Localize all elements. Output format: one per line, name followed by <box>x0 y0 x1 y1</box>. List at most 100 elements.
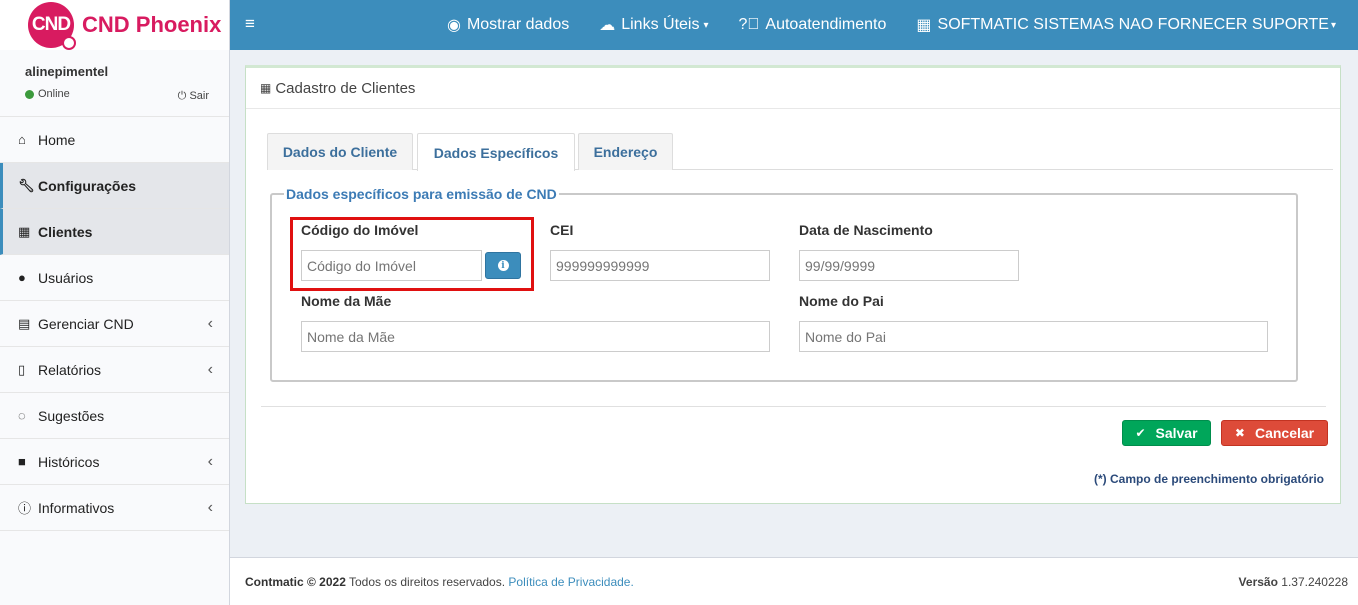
comments-icon: ◌ <box>18 408 26 423</box>
logo-badge-icon: CND <box>28 2 76 50</box>
power-icon: ⏻ <box>177 90 187 102</box>
footer-copyright: Contmatic © 2022 Todos os direitos reser… <box>245 575 634 589</box>
building-icon: ▦ <box>916 17 932 34</box>
page-title: Cadastro de Clientes <box>275 79 416 97</box>
sidebar-item-usuarios[interactable]: ● Usuários <box>0 255 229 301</box>
show-data-label: Mostrar dados <box>466 16 570 33</box>
logout-label: Sair <box>189 90 209 102</box>
sidebar-item-gerenciar-cnd[interactable]: ▤ Gerenciar CND ‹ <box>0 301 229 347</box>
nome-pai-label: Nome do Pai <box>799 293 884 309</box>
tab-dados-cliente[interactable]: Dados do Cliente <box>267 133 413 170</box>
fieldset-legend: Dados específicos para emissão de CND <box>286 186 557 202</box>
highlight-box <box>290 217 534 291</box>
check-icon: ✔ <box>1135 426 1146 440</box>
sidebar-item-label: Home <box>38 131 76 148</box>
client-form-box: ▦ Cadastro de Clientes Dados do Cliente … <box>245 65 1341 504</box>
save-button[interactable]: ✔ Salvar <box>1122 420 1211 446</box>
sidebar-item-informativos[interactable]: ⓘ Informativos ‹ <box>0 485 229 531</box>
file-icon: ▯ <box>18 361 26 377</box>
sidebar-item-label: Relatórios <box>38 361 102 378</box>
tabs: Dados do Cliente Dados Específicos Ender… <box>267 133 1333 171</box>
building-icon: ▦ <box>18 223 31 239</box>
sidebar-item-label: Sugestões <box>38 407 105 424</box>
sidebar-item-historicos[interactable]: ■ Históricos ‹ <box>0 439 229 485</box>
sidebar-item-home[interactable]: ⌂ Home <box>0 117 229 163</box>
footer-rights: Todos os direitos reservados. <box>345 575 509 589</box>
divider <box>261 406 1326 407</box>
tab-label: Endereço <box>593 144 658 160</box>
privacy-link[interactable]: Política de Privacidade. <box>508 575 633 589</box>
menu-toggle-icon[interactable]: ≡ <box>245 14 255 34</box>
caret-down-icon: ▾ <box>1330 19 1336 31</box>
sidebar: CND CND Phoenix alinepimentel Online ⏻ S… <box>0 0 230 605</box>
cancel-button[interactable]: ✖ Cancelar <box>1221 420 1328 446</box>
sidebar-item-label: Clientes <box>38 223 93 240</box>
logout-link[interactable]: ⏻ Sair <box>178 90 209 103</box>
footer-version: Versão 1.37.240228 <box>1239 575 1348 589</box>
tab-endereco[interactable]: Endereço <box>578 133 673 170</box>
user-panel: alinepimentel Online ⏻ Sair <box>0 50 229 117</box>
version-label: Versão <box>1238 575 1278 589</box>
useful-links-dropdown[interactable]: ☁ Links Úteis ▾ <box>599 15 708 35</box>
brand-name: CND Phoenix <box>82 12 222 37</box>
sidebar-item-clientes[interactable]: ▦ Clientes <box>0 209 229 255</box>
sidebar-item-configuracoes[interactable]: 🔧︎ Configurações <box>0 163 229 209</box>
chevron-left-icon: ‹ <box>207 452 213 470</box>
top-nav: ◉ Mostrar dados ☁ Links Úteis ▾ ?⃝ Autoa… <box>417 0 1336 50</box>
tab-label: Dados Específicos <box>433 144 559 161</box>
cei-label: CEI <box>550 222 574 238</box>
nome-mae-label: Nome da Mãe <box>301 293 392 309</box>
sidebar-item-label: Históricos <box>38 453 100 470</box>
cancel-label: Cancelar <box>1254 425 1315 441</box>
footer: Contmatic © 2022 Todos os direitos reser… <box>230 557 1358 605</box>
archive-icon: ■ <box>18 454 26 469</box>
chevron-left-icon: ‹ <box>207 314 213 332</box>
save-label: Salvar <box>1155 425 1198 441</box>
show-data-link[interactable]: ◉ Mostrar dados <box>447 15 569 35</box>
cei-input[interactable] <box>550 250 770 281</box>
status-text: Online <box>38 88 70 100</box>
sidebar-item-label: Configurações <box>38 177 137 194</box>
cnd-fieldset: Dados específicos para emissão de CND Có… <box>270 186 1298 382</box>
caret-down-icon: ▾ <box>703 19 709 31</box>
user-icon: ● <box>18 270 26 285</box>
tab-label: Dados do Cliente <box>282 144 398 160</box>
useful-links-label: Links Úteis <box>621 16 700 33</box>
nome-pai-input[interactable] <box>799 321 1268 352</box>
required-note: (*) Campo de preenchimento obrigatório <box>1093 472 1324 486</box>
nome-mae-input[interactable] <box>301 321 770 352</box>
online-dot-icon <box>25 89 34 99</box>
top-navbar: ≡ ◉ Mostrar dados ☁ Links Úteis ▾ ?⃝ Aut… <box>230 0 1358 50</box>
company-label: SOFTMATIC SISTEMAS NAO FORNECER SUPORTE <box>937 16 1329 33</box>
user-name: alinepimentel <box>25 64 109 79</box>
question-circle-icon: ?⃝ <box>738 16 760 33</box>
wrench-icon: 🔧︎ <box>18 177 35 193</box>
sidebar-item-label: Gerenciar CND <box>38 315 134 332</box>
times-icon: ✖ <box>1234 426 1245 440</box>
sidebar-item-label: Usuários <box>38 269 94 286</box>
data-nascimento-input[interactable] <box>799 250 1019 281</box>
chevron-left-icon: ‹ <box>207 498 213 516</box>
info-circle-icon: ⓘ <box>18 501 32 516</box>
sidebar-item-label: Informativos <box>38 499 115 516</box>
logo[interactable]: CND CND Phoenix <box>0 0 229 50</box>
logo-initials: CND <box>31 14 71 35</box>
data-nascimento-label: Data de Nascimento <box>799 222 933 238</box>
self-service-link[interactable]: ?⃝ Autoatendimento <box>739 16 887 34</box>
sidebar-item-sugestoes[interactable]: ◌ Sugestões <box>0 393 229 439</box>
chevron-left-icon: ‹ <box>207 360 213 378</box>
footer-brand: Contmatic © 2022 <box>245 575 346 589</box>
home-icon: ⌂ <box>18 132 26 147</box>
building-icon: ▦ <box>260 81 272 95</box>
company-dropdown[interactable]: ▦ SOFTMATIC SISTEMAS NAO FORNECER SUPORT… <box>916 15 1336 35</box>
calendar-icon: ▤ <box>18 315 31 331</box>
version-value: 1.37.240228 <box>1281 575 1348 589</box>
logo-dot-icon <box>62 36 76 50</box>
box-header: ▦ Cadastro de Clientes <box>246 68 1340 109</box>
self-service-label: Autoatendimento <box>765 16 887 33</box>
tab-dados-especificos[interactable]: Dados Específicos <box>417 133 575 171</box>
sidebar-item-relatorios[interactable]: ▯ Relatórios ‹ <box>0 347 229 393</box>
main-content: ▦ Cadastro de Clientes Dados do Cliente … <box>230 50 1358 555</box>
eye-icon: ◉ <box>446 17 461 34</box>
cloud-icon: ☁ <box>599 17 616 34</box>
